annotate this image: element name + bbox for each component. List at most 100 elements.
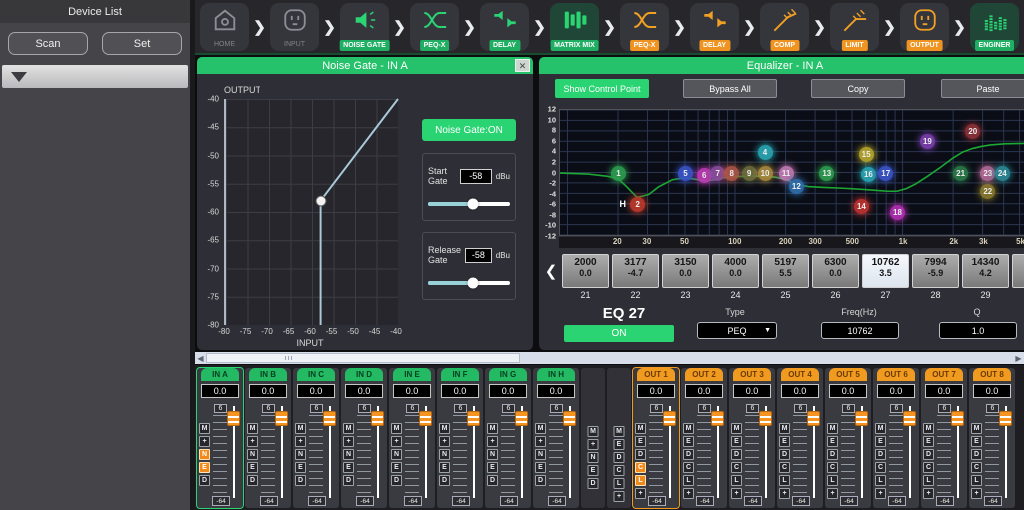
- eq-point-9[interactable]: 9: [742, 166, 757, 181]
- channel-button-+[interactable]: +: [199, 436, 210, 447]
- channel-button-D[interactable]: D: [923, 449, 934, 460]
- channel-button-+[interactable]: +: [247, 436, 258, 447]
- channel-button-+[interactable]: +: [827, 488, 838, 499]
- toolbar-item-comp[interactable]: COMP: [760, 3, 809, 51]
- channel-button-+[interactable]: +: [535, 436, 546, 447]
- start-gate-value[interactable]: -58: [460, 169, 492, 184]
- channel-tab[interactable]: IN A: [201, 368, 239, 381]
- channel-button-D[interactable]: D: [439, 475, 450, 486]
- channel-button-E[interactable]: E: [439, 462, 450, 473]
- channel-button-E[interactable]: E: [971, 436, 982, 447]
- channel-button-C[interactable]: C: [635, 462, 646, 473]
- channel-button-M[interactable]: M: [635, 423, 646, 434]
- master-button-C[interactable]: C: [614, 465, 625, 476]
- channel-button-N[interactable]: N: [439, 449, 450, 460]
- start-gate-slider-thumb[interactable]: [468, 199, 479, 210]
- eq-point-24[interactable]: 24: [995, 166, 1010, 181]
- channel-button-C[interactable]: C: [779, 462, 790, 473]
- channel-tab[interactable]: OUT 5: [829, 368, 867, 381]
- master-button-M[interactable]: M: [588, 426, 599, 437]
- channel-button-+[interactable]: +: [875, 488, 886, 499]
- channel-button-+[interactable]: +: [439, 436, 450, 447]
- channel-button-E[interactable]: E: [875, 436, 886, 447]
- channel-tab[interactable]: OUT 4: [781, 368, 819, 381]
- channel-tab[interactable]: IN E: [393, 368, 431, 381]
- channel-tab[interactable]: OUT 3: [733, 368, 771, 381]
- noise-gate-on-button[interactable]: Noise Gate:ON: [422, 119, 516, 141]
- channel-button-N[interactable]: N: [199, 449, 210, 460]
- channel-button-D[interactable]: D: [635, 449, 646, 460]
- channel-button-+[interactable]: +: [391, 436, 402, 447]
- channel-button-+[interactable]: +: [779, 488, 790, 499]
- eq-point-7[interactable]: 7: [710, 166, 725, 181]
- channel-button-D[interactable]: D: [779, 449, 790, 460]
- channel-button-C[interactable]: C: [683, 462, 694, 473]
- copy-button[interactable]: Copy: [811, 79, 905, 98]
- channel-button-N[interactable]: N: [487, 449, 498, 460]
- channel-button-D[interactable]: D: [827, 449, 838, 460]
- channel-button-M[interactable]: M: [779, 423, 790, 434]
- channel-button-D[interactable]: D: [247, 475, 258, 486]
- channel-button-E[interactable]: E: [247, 462, 258, 473]
- channel-button-L[interactable]: L: [971, 475, 982, 486]
- channel-gain-value[interactable]: 0.0: [537, 384, 575, 398]
- eq-point-11[interactable]: 11: [779, 166, 794, 181]
- eq-point-13[interactable]: 13: [819, 166, 834, 181]
- channel-button-M[interactable]: M: [487, 423, 498, 434]
- toolbar-item-limit[interactable]: LIMIT: [830, 3, 879, 51]
- channel-gain-value[interactable]: 0.0: [733, 384, 771, 398]
- eq-band-cell-28[interactable]: 7994-5.9: [912, 254, 959, 288]
- channel-tab[interactable]: IN F: [441, 368, 479, 381]
- master-button-N[interactable]: N: [588, 452, 599, 463]
- channel-button-L[interactable]: L: [731, 475, 742, 486]
- fader-handle[interactable]: [711, 411, 724, 426]
- channel-gain-value[interactable]: 0.0: [201, 384, 239, 398]
- eq-band-cell-29[interactable]: 143404.2: [962, 254, 1009, 288]
- channel-gain-value[interactable]: 0.0: [393, 384, 431, 398]
- bands-scroll-left-icon[interactable]: ❮: [543, 262, 559, 280]
- channel-button-D[interactable]: D: [295, 475, 306, 486]
- eq-point-8[interactable]: 8: [724, 166, 739, 181]
- channel-gain-value[interactable]: 0.0: [489, 384, 527, 398]
- channel-button-L[interactable]: L: [779, 475, 790, 486]
- channel-button-E[interactable]: E: [827, 436, 838, 447]
- channel-gain-value[interactable]: 0.0: [829, 384, 867, 398]
- toolbar-item-enginer[interactable]: ENGINER: [970, 3, 1019, 51]
- toolbar-item-input[interactable]: INPUT: [270, 3, 319, 51]
- eq-band-cell-27[interactable]: 107623.5: [862, 254, 909, 288]
- eq-point-4[interactable]: 4: [758, 145, 773, 160]
- channel-button-N[interactable]: N: [391, 449, 402, 460]
- master-button-D[interactable]: D: [614, 452, 625, 463]
- channel-button-L[interactable]: L: [923, 475, 934, 486]
- channel-button-D[interactable]: D: [199, 475, 210, 486]
- fader-handle[interactable]: [903, 411, 916, 426]
- eq-band-cell-23[interactable]: 31500.0: [662, 254, 709, 288]
- eq-band-cell-26[interactable]: 63000.0: [812, 254, 859, 288]
- channel-button-M[interactable]: M: [391, 423, 402, 434]
- fader-handle[interactable]: [371, 411, 384, 426]
- fader-handle[interactable]: [323, 411, 336, 426]
- horizontal-scrollbar[interactable]: ◀ ▶: [195, 352, 1024, 364]
- master-button-L[interactable]: L: [614, 478, 625, 489]
- master-button-+[interactable]: +: [614, 491, 625, 502]
- channel-button-M[interactable]: M: [971, 423, 982, 434]
- channel-button-E[interactable]: E: [683, 436, 694, 447]
- channel-button-M[interactable]: M: [199, 423, 210, 434]
- master-button-E[interactable]: E: [588, 465, 599, 476]
- type-select[interactable]: PEQ ▼: [697, 322, 777, 339]
- show-control-point-button[interactable]: Show Control Point: [555, 79, 649, 98]
- channel-button-D[interactable]: D: [683, 449, 694, 460]
- toolbar-item-peqx[interactable]: PEQ-X: [410, 3, 459, 51]
- channel-button-+[interactable]: +: [971, 488, 982, 499]
- eq-plot[interactable]: 12456789101112131415161718192021222324 H: [559, 109, 1024, 236]
- toolbar-item-home[interactable]: HOME: [200, 3, 249, 51]
- eq-point-18[interactable]: 18: [890, 205, 905, 220]
- band-on-button[interactable]: ON: [564, 325, 674, 342]
- channel-tab[interactable]: IN B: [249, 368, 287, 381]
- channel-gain-value[interactable]: 0.0: [925, 384, 963, 398]
- channel-gain-value[interactable]: 0.0: [297, 384, 335, 398]
- channel-gain-value[interactable]: 0.0: [685, 384, 723, 398]
- channel-button-M[interactable]: M: [343, 423, 354, 434]
- channel-gain-value[interactable]: 0.0: [249, 384, 287, 398]
- fader-handle[interactable]: [467, 411, 480, 426]
